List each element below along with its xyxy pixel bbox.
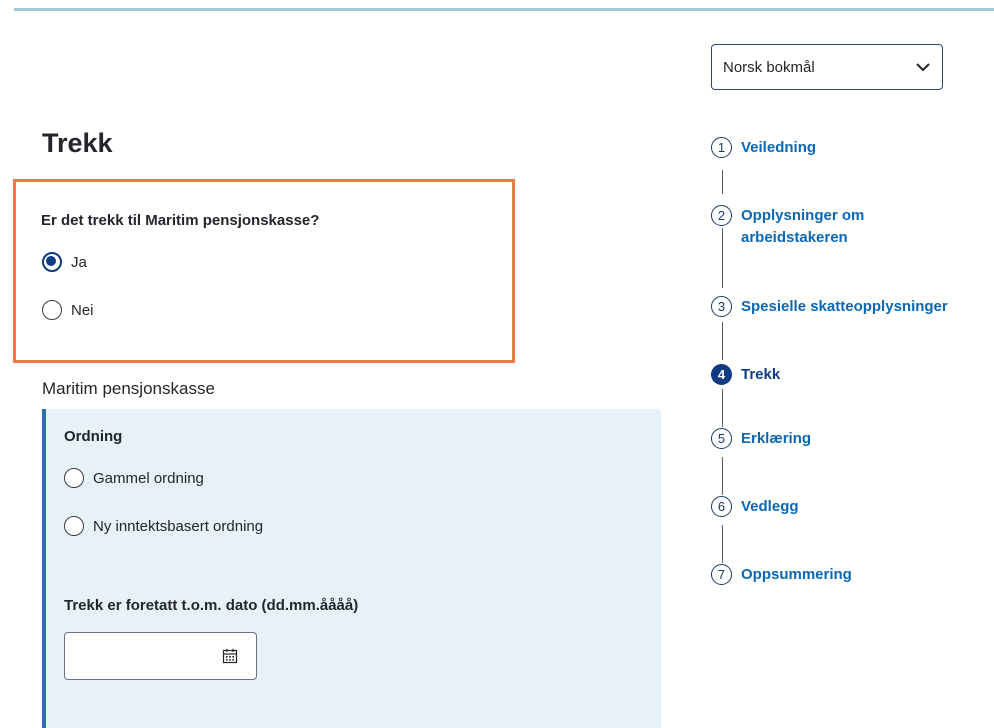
stepper-step-opplysninger[interactable]: 2 Opplysninger om arbeidstakeren (711, 205, 911, 249)
step-label: Vedlegg (741, 498, 799, 515)
section-label: Maritim pensjonskasse (42, 379, 215, 398)
radio-button[interactable] (64, 468, 84, 488)
radio-ja-label: Ja (71, 253, 87, 271)
section-panel (42, 409, 661, 728)
step-label: Oppsummering (741, 566, 852, 583)
chevron-down-icon (916, 62, 930, 71)
stepper-step-veiledning[interactable]: 1 Veiledning (711, 137, 981, 159)
radio-nei-label: Nei (71, 301, 94, 319)
step-label: Opplysninger om arbeidstakeren (741, 207, 865, 246)
radio-ja[interactable]: Ja (42, 252, 87, 272)
stepper-step-oppsummering[interactable]: 7 Oppsummering (711, 564, 981, 586)
calendar-icon[interactable] (222, 648, 238, 664)
page-title: Trekk (42, 128, 113, 158)
step-label-active: Trekk (741, 366, 781, 383)
radio-nei[interactable]: Nei (42, 300, 94, 320)
step-number: 6 (711, 496, 732, 517)
radio-gammel-ordning-label: Gammel ordning (93, 469, 204, 487)
step-label: Erklæring (741, 430, 812, 447)
step-number: 7 (711, 564, 732, 585)
step-number: 5 (711, 428, 732, 449)
stepper-step-vedlegg[interactable]: 6 Vedlegg (711, 496, 981, 518)
radio-button-checked[interactable] (42, 252, 62, 272)
step-number: 1 (711, 137, 732, 158)
radio-button[interactable] (42, 300, 62, 320)
stepper-step-spesielle-skatteopplysninger[interactable]: 3 Spesielle skatteopplysninger (711, 296, 981, 318)
stepper-connector (722, 389, 723, 427)
top-divider (14, 8, 994, 11)
date-input[interactable] (64, 632, 257, 680)
step-number: 2 (711, 205, 732, 226)
stepper-step-erklaering[interactable]: 5 Erklæring (711, 428, 981, 450)
date-field-label: Trekk er foretatt t.o.m. dato (dd.mm.ååå… (64, 597, 359, 614)
question-label: Er det trekk til Maritim pensjonskasse? (41, 212, 320, 229)
step-label: Spesielle skatteopplysninger (741, 298, 948, 315)
ordning-label: Ordning (64, 428, 123, 445)
language-select[interactable]: Norsk bokmål (711, 44, 943, 90)
step-number: 3 (711, 296, 732, 317)
radio-ny-ordning-label: Ny inntektsbasert ordning (93, 517, 264, 535)
radio-ny-inntektsbasert-ordning[interactable]: Ny inntektsbasert ordning (64, 516, 263, 536)
highlight-box (13, 179, 515, 363)
stepper-step-trekk[interactable]: 4 Trekk (711, 364, 981, 386)
language-select-value: Norsk bokmål (723, 58, 815, 76)
step-number-active: 4 (711, 364, 732, 385)
stepper-connector (722, 457, 723, 495)
step-label: Veiledning (741, 139, 817, 156)
page: Norsk bokmål Trekk Er det trekk til Mari… (0, 0, 994, 728)
radio-button[interactable] (64, 516, 84, 536)
stepper-connector (722, 322, 723, 360)
radio-gammel-ordning[interactable]: Gammel ordning (64, 468, 204, 488)
stepper-connector (722, 525, 723, 563)
stepper-connector (722, 170, 723, 194)
